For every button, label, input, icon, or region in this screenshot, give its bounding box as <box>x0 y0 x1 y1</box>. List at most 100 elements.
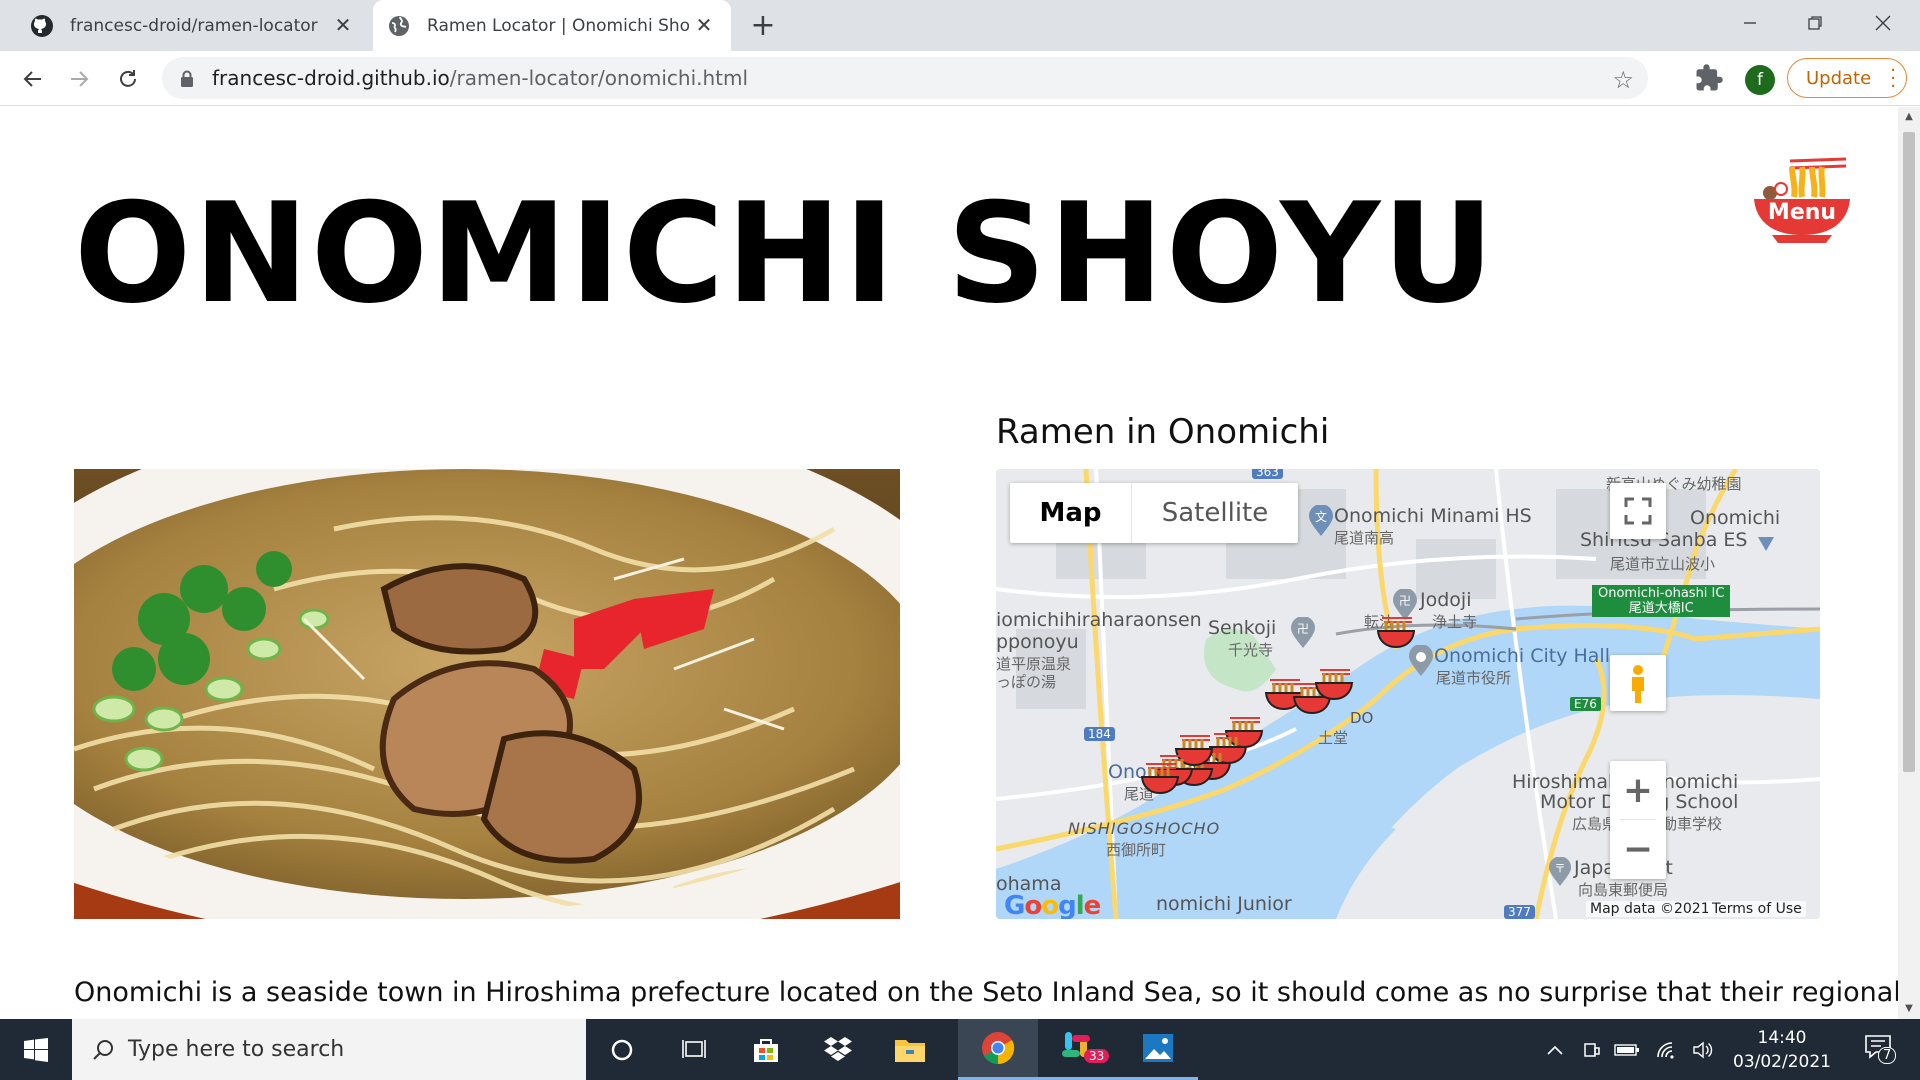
forward-icon[interactable] <box>64 63 96 95</box>
file-explorer-icon[interactable] <box>874 1019 946 1080</box>
svg-text:卍: 卍 <box>1297 622 1309 636</box>
profile-avatar[interactable]: f <box>1745 65 1775 95</box>
ramen-bowl-image <box>74 469 900 919</box>
route-shield: 184 <box>1084 727 1115 741</box>
tab-title: Ramen Locator | Onomichi Shoyu <box>427 15 689 36</box>
ramen-marker-icon[interactable] <box>1376 615 1416 651</box>
windows-taskbar: Type here to search 33 14:40 03/02/2021 … <box>0 1019 1920 1080</box>
temple-pin-icon[interactable]: 卍 <box>1290 617 1316 649</box>
volume-icon[interactable] <box>1686 1019 1720 1080</box>
map-label: っぽの湯 <box>996 673 1057 691</box>
map-label: 浄土寺 <box>1432 613 1478 631</box>
map-heading: Ramen in Onomichi <box>996 412 1330 452</box>
chrome-taskbar-icon[interactable] <box>958 1019 1038 1080</box>
svg-text:文: 文 <box>1315 509 1327 524</box>
update-button[interactable]: Update · · · <box>1787 58 1907 98</box>
ramen-marker-icon[interactable] <box>1314 667 1354 703</box>
back-icon[interactable] <box>16 63 48 95</box>
slack-icon[interactable]: 33 <box>1038 1019 1118 1080</box>
microsoft-store-icon[interactable] <box>730 1019 802 1080</box>
device-icon[interactable] <box>1576 1019 1606 1080</box>
address-bar[interactable]: francesc-droid.github.io/ramen-locator/o… <box>162 57 1648 99</box>
url-path: /ramen-locator/onomichi.html <box>449 66 749 90</box>
map-type-satellite[interactable]: Satellite <box>1132 483 1298 543</box>
reload-icon[interactable] <box>112 63 144 95</box>
tab-ramen-locator[interactable]: Ramen Locator | Onomichi Shoyu ✕ <box>373 0 731 51</box>
close-icon[interactable]: ✕ <box>691 12 717 38</box>
action-center-button[interactable]: 7 <box>1862 1031 1898 1067</box>
terms-of-use-link[interactable]: Terms of Use <box>1708 901 1806 917</box>
fullscreen-button[interactable] <box>1610 483 1666 539</box>
notification-count: 7 <box>1878 1047 1897 1064</box>
map-label: 尾道市役所 <box>1436 669 1512 687</box>
bookmark-star-icon[interactable]: ☆ <box>1612 66 1634 94</box>
scroll-down-icon[interactable]: ▼ <box>1903 1003 1915 1017</box>
github-icon <box>31 14 53 37</box>
map-label: NISHIGOSHOCHO <box>1068 819 1221 838</box>
dropbox-icon[interactable] <box>802 1019 874 1080</box>
wifi-icon[interactable] <box>1650 1019 1684 1080</box>
new-tab-button[interactable]: + <box>748 8 778 43</box>
windows-logo-icon <box>24 1037 48 1062</box>
scrollbar-thumb[interactable] <box>1903 132 1915 772</box>
photos-icon[interactable] <box>1118 1019 1198 1080</box>
ramen-photo <box>74 469 900 919</box>
map-data-attribution: Map data ©2021 <box>1586 901 1714 917</box>
browser-toolbar: francesc-droid.github.io/ramen-locator/o… <box>0 51 1920 106</box>
cortana-icon[interactable] <box>586 1019 658 1080</box>
update-label: Update <box>1806 67 1872 89</box>
highway-ic-sign: Onomichi-ohashi IC 尾道大橋IC <box>1592 585 1731 617</box>
map-label: Onomichi Minami HS <box>1334 505 1532 527</box>
google-map[interactable]: Map Satellite Onomichi Minami HS 尾道南高 新高… <box>996 469 1820 919</box>
map-label: DO <box>1350 709 1374 727</box>
map-label: nomichi Junior <box>1156 893 1292 915</box>
school-pin-icon[interactable]: 文 <box>1308 505 1334 537</box>
task-view-icon[interactable] <box>658 1019 730 1080</box>
map-label: 向島東郵便局 <box>1578 881 1669 899</box>
map-label: pponoyu <box>996 631 1079 653</box>
svg-text:〒: 〒 <box>1554 862 1565 875</box>
lock-icon <box>181 70 193 87</box>
extensions-puzzle-icon[interactable] <box>1694 63 1724 93</box>
map-label: Onomichi-ohashi IC <box>1598 586 1725 601</box>
search-icon <box>93 1039 113 1060</box>
school-pin-icon[interactable] <box>1756 535 1776 553</box>
fullscreen-icon <box>1624 497 1652 525</box>
zoom-out-button[interactable]: − <box>1610 820 1666 878</box>
street-view-pegman[interactable] <box>1610 655 1666 711</box>
route-shield: 363 <box>1252 469 1283 479</box>
restore-icon[interactable] <box>1796 6 1834 40</box>
svg-text:卍: 卍 <box>1399 594 1411 608</box>
route-shield: E76 <box>1570 697 1601 711</box>
menu-logo-button[interactable]: Menu <box>1752 155 1852 245</box>
clock-date: 03/02/2021 <box>1733 1052 1831 1072</box>
google-logo: Google <box>1004 891 1101 919</box>
tab-github[interactable]: francesc-droid/ramen-locator ✕ <box>18 0 370 51</box>
post-office-pin-icon[interactable]: 〒 <box>1548 857 1572 887</box>
map-label: 千光寺 <box>1228 641 1274 659</box>
start-button[interactable] <box>0 1019 72 1080</box>
map-label: iomichihiraharaonsen <box>996 609 1202 631</box>
map-label: Senkoji <box>1208 617 1277 639</box>
map-label: 尾道大橋IC <box>1628 601 1694 616</box>
pegman-icon <box>1632 665 1644 703</box>
page-scrollbar[interactable]: ▲ ▼ <box>1898 107 1920 1019</box>
map-label: 土堂 <box>1318 729 1349 747</box>
battery-icon[interactable] <box>1610 1019 1644 1080</box>
close-icon[interactable]: ✕ <box>330 12 356 38</box>
window-close-icon[interactable] <box>1864 6 1902 40</box>
intro-paragraph: Onomichi is a seaside town in Hiroshima … <box>74 977 1898 1008</box>
ramen-marker-icon[interactable] <box>1140 761 1180 797</box>
zoom-in-button[interactable]: + <box>1610 761 1666 819</box>
map-label: 西御所町 <box>1106 841 1167 859</box>
taskbar-search[interactable]: Type here to search <box>72 1019 586 1080</box>
show-hidden-icons[interactable] <box>1540 1019 1570 1080</box>
map-type-map[interactable]: Map <box>1010 483 1132 543</box>
tab-strip: francesc-droid/ramen-locator ✕ Ramen Loc… <box>0 0 1920 51</box>
globe-icon <box>389 15 409 36</box>
minimize-icon[interactable] <box>1731 6 1769 40</box>
page-content: ONOMICHI SHOYU Menu Ramen in Onomichi Ma… <box>0 107 1898 1019</box>
system-clock[interactable]: 14:40 03/02/2021 <box>1722 1026 1842 1074</box>
map-label: Onomichi City Hall <box>1434 645 1610 667</box>
scroll-up-icon[interactable]: ▲ <box>1903 111 1915 125</box>
